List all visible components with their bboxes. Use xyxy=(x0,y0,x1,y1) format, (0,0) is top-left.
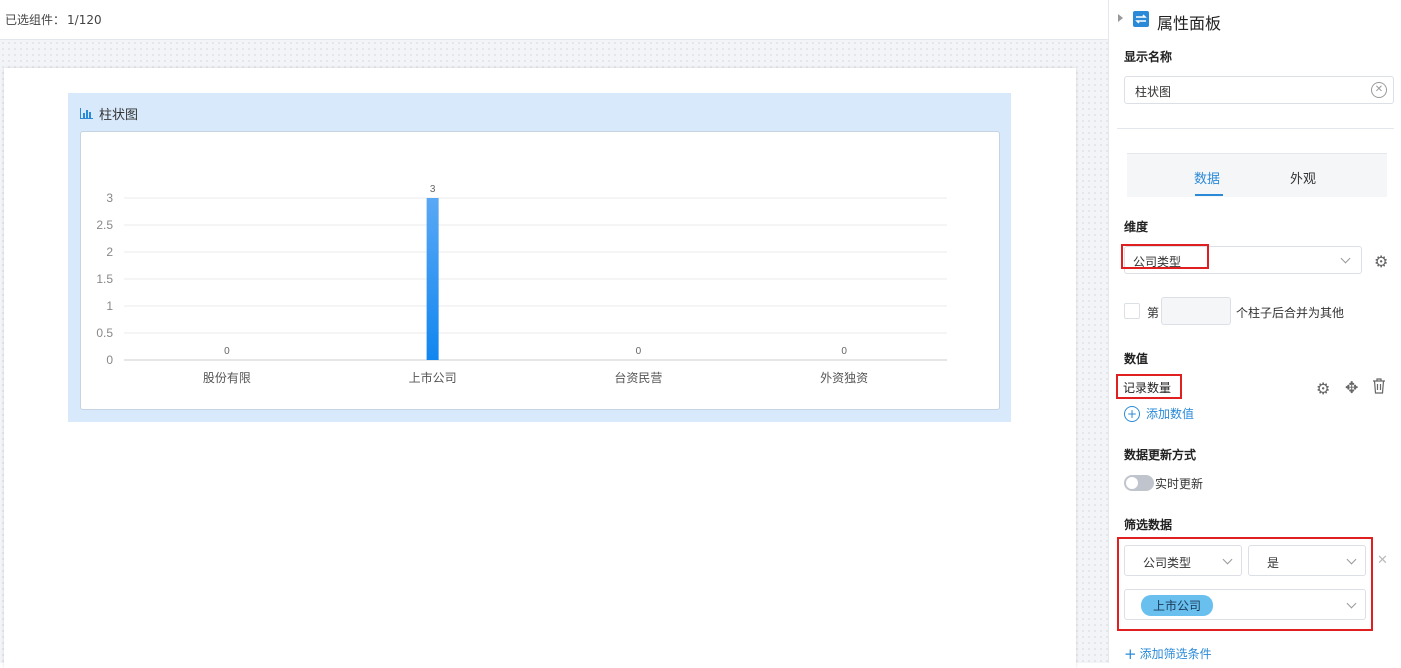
add-filter-link[interactable]: + 添加筛选条件 xyxy=(1124,645,1212,662)
add-value-link[interactable]: + 添加数值 xyxy=(1124,405,1194,422)
panel-icon xyxy=(1133,11,1149,27)
top-bar: 已选组件： 1/120 xyxy=(0,0,1108,40)
bar-chart-icon xyxy=(80,108,93,119)
properties-panel: 属性面板 显示名称 柱状图 ✕ 数据 外观 维度 公司类型 ⚙ 第 个柱子后合并… xyxy=(1108,0,1401,663)
widget-title-text: 柱状图 xyxy=(99,108,139,123)
display-name-label: 显示名称 xyxy=(1124,50,1173,64)
selected-count: 已选组件： 1/120 xyxy=(5,13,102,27)
gear-icon[interactable]: ⚙ xyxy=(1374,252,1388,271)
filter-value-select[interactable]: 上市公司 xyxy=(1124,589,1366,620)
bar-chart: 0 0.5 1 1.5 2 2.5 3 0 股份有限 3 上市公司 0 台资民营 0 外资独资 xyxy=(96,184,947,385)
page-canvas: 柱状图 0 0.5 1 1.5 2 2.5 3 0 股份有限 3 上市公司 0 台资民营 0 外资独资 xyxy=(4,68,1076,668)
trash-icon[interactable] xyxy=(1372,378,1386,394)
chevron-down-icon xyxy=(1346,598,1357,609)
move-icon[interactable]: ✥ xyxy=(1345,378,1358,397)
dimension-select[interactable]: 公司类型 xyxy=(1121,244,1362,274)
toggle-label: 实时更新 xyxy=(1155,477,1204,491)
filter-operator-select[interactable]: 是 xyxy=(1248,545,1366,576)
plus-circle-icon: + xyxy=(1124,405,1140,422)
value-item[interactable]: 记录数量 xyxy=(1123,379,1171,396)
x-tick-label: 外资独资 xyxy=(820,371,868,385)
data-label: 0 xyxy=(636,346,642,357)
divider xyxy=(1117,128,1394,129)
y-tick-label: 1.5 xyxy=(96,272,113,286)
widget-title: 柱状图 xyxy=(80,104,138,123)
data-label: 3 xyxy=(430,184,436,195)
y-tick-label: 2.5 xyxy=(96,218,113,232)
data-label: 0 xyxy=(841,346,847,357)
x-tick-label: 台资民营 xyxy=(614,370,662,385)
chevron-down-icon xyxy=(1340,253,1351,264)
chart-area: 0 0.5 1 1.5 2 2.5 3 0 股份有限 3 上市公司 0 台资民营 0 外资独资 xyxy=(80,131,1000,410)
tab-data[interactable]: 数据 xyxy=(1194,168,1220,187)
dimension-label: 维度 xyxy=(1124,220,1149,234)
bar-chart-widget[interactable]: 柱状图 0 0.5 1 1.5 2 2.5 3 0 股份有限 3 上市公司 0 台资民营 0 外资独资 xyxy=(68,93,1011,422)
y-tick-label: 1 xyxy=(106,299,113,313)
filter-field-select[interactable]: 公司类型 xyxy=(1124,545,1242,576)
y-tick-label: 2 xyxy=(106,245,113,259)
panel-tabs: 数据 外观 xyxy=(1127,153,1387,197)
realtime-toggle[interactable] xyxy=(1124,475,1154,491)
clear-icon[interactable]: ✕ xyxy=(1371,82,1387,98)
update-label: 数据更新方式 xyxy=(1124,448,1197,462)
chevron-down-icon xyxy=(1222,554,1233,565)
gear-icon[interactable]: ⚙ xyxy=(1316,379,1330,398)
merge-count-input[interactable] xyxy=(1161,297,1231,325)
filter-value-tag: 上市公司 xyxy=(1141,595,1214,616)
x-tick-label: 股份有限 xyxy=(203,371,251,385)
collapse-arrow-icon[interactable] xyxy=(1118,14,1123,22)
y-tick-label: 0 xyxy=(106,353,113,367)
display-name-input[interactable]: 柱状图 ✕ xyxy=(1124,76,1394,104)
y-tick-label: 0.5 xyxy=(96,326,113,340)
design-canvas: 柱状图 0 0.5 1 1.5 2 2.5 3 0 股份有限 3 上市公司 0 台资民营 0 外资独资 xyxy=(0,40,1108,668)
value-label: 数值 xyxy=(1124,352,1149,366)
data-label: 0 xyxy=(224,346,230,357)
x-tick-label: 上市公司 xyxy=(409,370,457,385)
remove-filter-icon[interactable]: ✕ xyxy=(1377,553,1388,568)
merge-checkbox[interactable] xyxy=(1124,303,1140,319)
tab-appearance[interactable]: 外观 xyxy=(1290,168,1316,187)
merge-suffix: 个柱子后合并为其他 xyxy=(1236,306,1345,320)
panel-title: 属性面板 xyxy=(1157,14,1222,33)
plus-icon: + xyxy=(1124,644,1137,663)
y-tick-label: 3 xyxy=(106,191,113,205)
chevron-down-icon xyxy=(1346,554,1357,565)
tab-active-indicator xyxy=(1195,194,1223,196)
filter-label: 筛选数据 xyxy=(1124,518,1173,532)
bar xyxy=(426,198,439,360)
merge-prefix: 第 xyxy=(1147,306,1160,320)
